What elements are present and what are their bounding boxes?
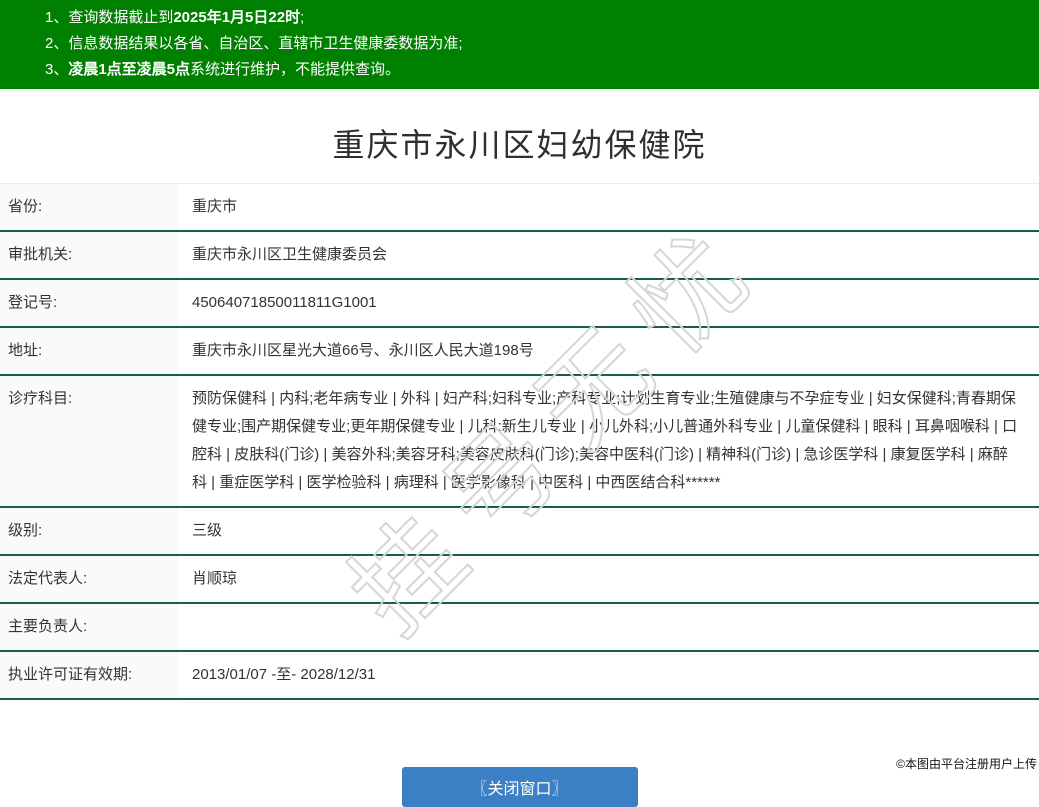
notice-banner: 1、查询数据截止到2025年1月5日22时; 2、信息数据结果以各省、自治区、直… xyxy=(0,0,1039,89)
notice-line-3: 3、凌晨1点至凌晨5点系统进行维护，不能提供查询。 xyxy=(0,57,1039,83)
button-row: 〖关闭窗口〗 xyxy=(0,767,1039,807)
row-value: 肖顺琼 xyxy=(192,570,238,587)
table-row: 级别: 三级 xyxy=(0,507,1039,555)
table-row: 主要负责人: xyxy=(0,603,1039,651)
table-row: 登记号: 45064071850011811G1001 xyxy=(0,279,1039,327)
row-value: 重庆市 xyxy=(192,198,238,215)
row-label: 审批机关: xyxy=(0,231,178,279)
upload-credit-text: ©本图由平台注册用户上传 xyxy=(896,757,1037,771)
notice-text: 1、查询数据截止到 xyxy=(45,9,174,26)
notice-text: 3、 xyxy=(45,61,69,78)
row-value: 重庆市永川区卫生健康委员会 xyxy=(192,246,388,263)
row-label: 执业许可证有效期: xyxy=(0,651,178,699)
row-value xyxy=(178,603,1039,651)
table-row: 省份: 重庆市 xyxy=(0,183,1039,231)
close-window-button[interactable]: 〖关闭窗口〗 xyxy=(401,767,638,807)
row-label: 省份: xyxy=(0,183,178,231)
notice-bold-text: 2025年1月5日22时 xyxy=(173,9,301,26)
row-label: 级别: xyxy=(0,507,178,555)
row-label: 诊疗科目: xyxy=(0,375,178,507)
row-value: 重庆市永川区星光大道66号、永川区人民大道198号 xyxy=(192,342,534,359)
notice-text: 系统进行维护，不能提供查询。 xyxy=(190,61,401,78)
row-label: 主要负责人: xyxy=(0,603,178,651)
table-row: 法定代表人: 肖顺琼 xyxy=(0,555,1039,603)
page-title: 重庆市永川区妇幼保健院 xyxy=(332,127,707,163)
table-row: 执业许可证有效期: 2013/01/07 -至- 2028/12/31 xyxy=(0,651,1039,699)
hospital-info-table: 省份: 重庆市 审批机关: 重庆市永川区卫生健康委员会 登记号: 4506407… xyxy=(0,183,1039,700)
row-label: 登记号: xyxy=(0,279,178,327)
notice-line-1: 1、查询数据截止到2025年1月5日22时; xyxy=(0,5,1039,31)
row-label: 法定代表人: xyxy=(0,555,178,603)
notice-line-2: 2、信息数据结果以各省、自治区、直辖市卫生健康委数据为准; xyxy=(0,31,1039,57)
notice-bold-text: 凌晨1点至凌晨5点 xyxy=(68,61,191,78)
notice-text: ; xyxy=(300,9,305,26)
row-value: 预防保健科 | 内科;老年病专业 | 外科 | 妇产科;妇科专业;产科专业;计划… xyxy=(192,390,1018,491)
row-value: 45064071850011811G1001 xyxy=(192,294,377,311)
table-row: 地址: 重庆市永川区星光大道66号、永川区人民大道198号 xyxy=(0,327,1039,375)
row-label: 地址: xyxy=(0,327,178,375)
row-value: 三级 xyxy=(192,522,223,539)
table-row: 诊疗科目: 预防保健科 | 内科;老年病专业 | 外科 | 妇产科;妇科专业;产… xyxy=(0,375,1039,507)
row-value: 2013/01/07 -至- 2028/12/31 xyxy=(192,666,376,683)
table-row: 审批机关: 重庆市永川区卫生健康委员会 xyxy=(0,231,1039,279)
notice-text: 2、信息数据结果以各省、自治区、直辖市卫生健康委数据为准; xyxy=(45,35,463,52)
